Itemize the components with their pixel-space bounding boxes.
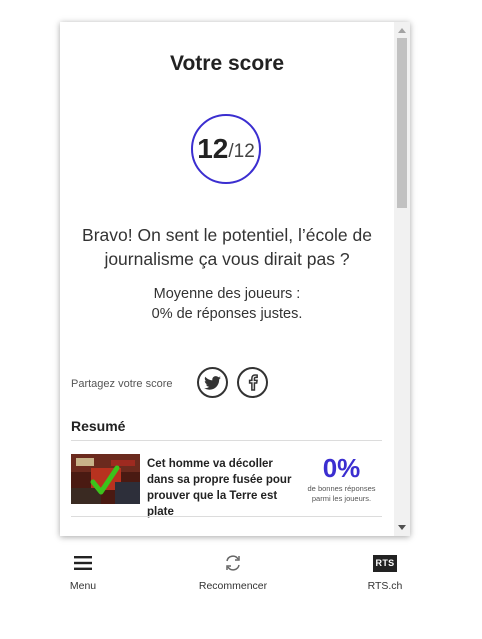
summary-divider [71, 440, 382, 441]
item-percent-label: de bonnes réponses parmi les joueurs. [307, 484, 376, 503]
item-thumbnail [71, 454, 140, 504]
score-value: 12 [197, 133, 229, 164]
next-item-title: … … … … … [147, 530, 307, 536]
rts-logo: RTS [372, 554, 398, 572]
score-card: Votre score 12 /12 Bravo! On sent le pot… [60, 22, 410, 536]
facebook-share-button[interactable] [237, 367, 268, 398]
item-divider [71, 516, 382, 517]
players-average: Moyenne des joueurs : 0% de réponses jus… [80, 284, 374, 324]
scrollbar[interactable] [394, 22, 410, 536]
rts-link[interactable]: RTS RTS.ch [360, 550, 410, 592]
hamburger-icon [73, 550, 93, 576]
page-title: Votre score [170, 52, 284, 75]
item-title: Cet homme va décoller dans sa propre fus… [147, 458, 292, 518]
item-percent: 0% [322, 453, 361, 483]
result-message: Bravo! On sent le potentiel, l’école de … [82, 225, 372, 269]
menu-button[interactable]: Menu [63, 550, 103, 592]
score-circle: 12 /12 [191, 114, 261, 184]
restart-label: Recommencer [198, 580, 268, 592]
twitter-share-button[interactable] [197, 367, 228, 398]
restart-button[interactable]: Recommencer [193, 550, 273, 592]
rts-label: RTS.ch [367, 580, 403, 592]
score-card-content: Votre score 12 /12 Bravo! On sent le pot… [60, 22, 394, 536]
facebook-icon [248, 374, 258, 391]
twitter-icon [204, 375, 221, 390]
summary-title: Resumé [71, 418, 126, 434]
scroll-thumb[interactable] [397, 38, 407, 208]
scroll-down-arrow-icon[interactable] [398, 525, 406, 530]
scroll-up-arrow-icon[interactable] [398, 28, 406, 33]
menu-label: Menu [69, 580, 97, 592]
share-label: Partagez votre score [71, 378, 173, 390]
players-average-value: 0% de réponses justes. [151, 306, 303, 322]
restart-arrows-icon [223, 550, 243, 576]
score-total: /12 [228, 141, 255, 162]
players-average-label: Moyenne des joueurs : [153, 286, 301, 302]
bottom-nav: Menu Recommencer RTS RTS.ch [0, 550, 482, 600]
